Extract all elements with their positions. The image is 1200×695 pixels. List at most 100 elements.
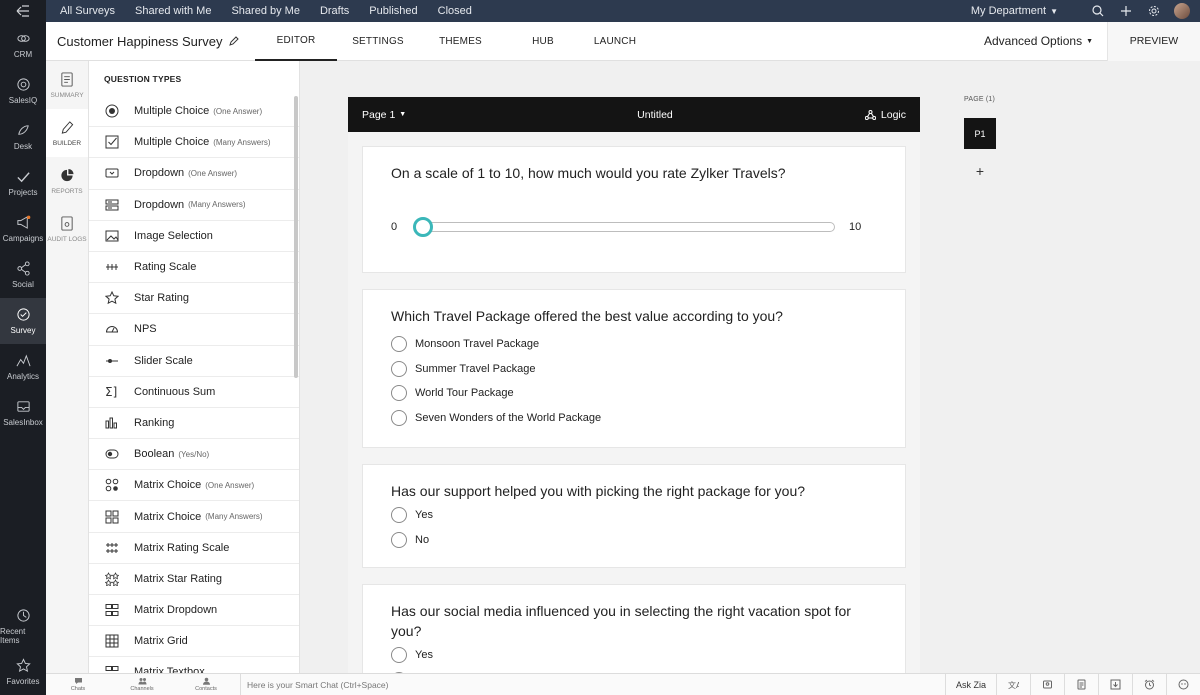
tab-launch[interactable]: LAUNCH bbox=[584, 22, 646, 61]
department-dropdown[interactable]: My Department ▼ bbox=[971, 5, 1058, 17]
question-type-item[interactable]: Σ] Continuous Sum bbox=[89, 377, 299, 408]
slider-track[interactable] bbox=[413, 217, 835, 237]
option[interactable]: Seven Wonders of the World Package bbox=[391, 406, 877, 431]
gear-icon[interactable] bbox=[1140, 5, 1168, 17]
question-type-item[interactable]: Matrix Choice (One Answer) bbox=[89, 470, 299, 502]
radio-button[interactable] bbox=[391, 360, 407, 377]
question-type-item[interactable]: Matrix Dropdown bbox=[89, 595, 299, 627]
rail-salesiq[interactable]: SalesIQ bbox=[0, 68, 46, 114]
alarm-clock-icon[interactable] bbox=[1132, 673, 1166, 695]
question-type-item[interactable]: Dropdown (One Answer) bbox=[89, 158, 299, 190]
option[interactable]: Yes bbox=[391, 643, 877, 668]
rail-desk[interactable]: Desk bbox=[0, 114, 46, 160]
nav-drafts[interactable]: Drafts bbox=[310, 5, 359, 17]
option[interactable]: No bbox=[391, 528, 877, 553]
radio-button[interactable] bbox=[391, 507, 407, 524]
nav-closed[interactable]: Closed bbox=[428, 5, 482, 17]
contacts-button[interactable]: Contacts bbox=[174, 677, 238, 692]
survey-title[interactable]: Customer Happiness Survey bbox=[57, 34, 255, 49]
rail-campaigns[interactable]: Campaigns bbox=[0, 206, 46, 252]
search-icon[interactable] bbox=[1084, 5, 1112, 17]
smart-chat-input[interactable]: Here is your Smart Chat (Ctrl+Space) bbox=[240, 673, 388, 695]
channels-button[interactable]: Channels bbox=[110, 677, 174, 692]
rail-crm[interactable]: CRM bbox=[0, 22, 46, 68]
option-label: No bbox=[415, 533, 430, 546]
rail-recent-items[interactable]: Recent Items bbox=[0, 603, 46, 649]
tab-themes[interactable]: THEMES bbox=[419, 22, 502, 61]
question-text: Has our support helped you with picking … bbox=[391, 483, 806, 499]
radio-button[interactable] bbox=[391, 385, 407, 402]
page-thumbnail[interactable]: P1 bbox=[964, 118, 996, 149]
slider-thumb[interactable] bbox=[413, 217, 433, 237]
nav-all-surveys[interactable]: All Surveys bbox=[46, 5, 125, 17]
page-title[interactable]: Untitled bbox=[562, 109, 748, 121]
rail-salesinbox[interactable]: SalesInbox bbox=[0, 390, 46, 436]
nav-shared-with-me[interactable]: Shared with Me bbox=[125, 5, 221, 17]
question-types-scrollbar[interactable] bbox=[294, 96, 298, 378]
question-type-item[interactable]: Rating Scale bbox=[89, 252, 299, 284]
rail-projects[interactable]: Projects bbox=[0, 160, 46, 206]
logic-button[interactable]: Logic bbox=[864, 109, 906, 121]
rail-label: SalesIQ bbox=[8, 96, 38, 105]
chats-button[interactable]: Chats bbox=[46, 677, 110, 692]
advanced-options-dropdown[interactable]: Advanced Options ▼ bbox=[984, 34, 1093, 48]
checkbox-icon bbox=[104, 134, 120, 150]
plus-icon[interactable] bbox=[1112, 5, 1140, 17]
pencil-icon[interactable] bbox=[229, 36, 240, 46]
question-type-item[interactable]: NPS bbox=[89, 314, 299, 346]
option[interactable]: Yes bbox=[391, 503, 877, 528]
add-page-button[interactable]: + bbox=[964, 163, 996, 179]
nav-published[interactable]: Published bbox=[359, 5, 427, 17]
download-icon[interactable] bbox=[1098, 673, 1132, 695]
ask-zia-button[interactable]: Ask Zia bbox=[944, 673, 996, 695]
question-card-packages[interactable]: Which Travel Package offered the best va… bbox=[362, 289, 906, 448]
question-type-item[interactable]: Slider Scale bbox=[89, 346, 299, 377]
rail-survey[interactable]: Survey bbox=[0, 298, 46, 344]
mode-builder[interactable]: BUILDER bbox=[46, 109, 88, 157]
question-card-social-media[interactable]: Has our social media influenced you in s… bbox=[362, 584, 906, 673]
radio-button[interactable] bbox=[391, 531, 407, 548]
question-type-item[interactable]: Matrix Grid bbox=[89, 626, 299, 658]
rail-social[interactable]: Social bbox=[0, 252, 46, 298]
rail-label: Survey bbox=[10, 326, 36, 335]
radio-button[interactable] bbox=[391, 409, 407, 426]
question-type-item[interactable]: Matrix Choice (Many Answers) bbox=[89, 501, 299, 533]
radio-button[interactable] bbox=[391, 336, 407, 353]
question-card-slider[interactable]: On a scale of 1 to 10, how much would yo… bbox=[362, 146, 906, 273]
notes-icon[interactable] bbox=[1064, 673, 1098, 695]
nav-shared-by-me[interactable]: Shared by Me bbox=[221, 5, 309, 17]
tab-hub[interactable]: HUB bbox=[502, 22, 584, 61]
radio-button[interactable] bbox=[391, 647, 407, 664]
mode-reports[interactable]: REPORTS bbox=[46, 157, 88, 205]
settings-face-icon[interactable] bbox=[1166, 673, 1200, 695]
question-type-item[interactable]: Star Rating bbox=[89, 283, 299, 315]
question-type-label: Matrix Choice bbox=[134, 479, 202, 492]
question-type-item[interactable]: Matrix Star Rating bbox=[89, 564, 299, 595]
mode-audit-logs[interactable]: AUDIT LOGS bbox=[46, 205, 88, 253]
menu-back-icon[interactable] bbox=[0, 0, 46, 22]
option[interactable]: Summer Travel Package bbox=[391, 357, 877, 382]
question-type-item[interactable]: Multiple Choice (One Answer) bbox=[89, 96, 299, 128]
option[interactable]: Monsoon Travel Package bbox=[391, 332, 877, 357]
tab-settings[interactable]: SETTINGS bbox=[337, 22, 419, 61]
question-type-item[interactable]: Matrix Rating Scale bbox=[89, 533, 299, 564]
question-type-item[interactable]: Image Selection bbox=[89, 221, 299, 252]
rail-analytics[interactable]: Analytics bbox=[0, 344, 46, 390]
rail-favorites[interactable]: Favorites bbox=[0, 649, 46, 695]
question-type-item[interactable]: Ranking bbox=[89, 408, 299, 440]
question-card-support[interactable]: Has our support helped you with picking … bbox=[362, 464, 906, 568]
tab-editor[interactable]: EDITOR bbox=[255, 22, 337, 61]
preview-button[interactable]: PREVIEW bbox=[1107, 21, 1200, 61]
matrix-choice-icon bbox=[104, 477, 120, 493]
avatar[interactable] bbox=[1174, 3, 1190, 19]
question-type-label: Slider Scale bbox=[134, 354, 193, 367]
question-type-item[interactable]: Boolean (Yes/No) bbox=[89, 439, 299, 471]
question-type-item[interactable]: Multiple Choice (Many Answers) bbox=[89, 127, 299, 159]
question-type-item[interactable]: Matrix Textbox bbox=[89, 657, 299, 673]
translate-icon[interactable]: 文A bbox=[996, 673, 1030, 695]
page-dropdown[interactable]: Page 1 ▼ bbox=[362, 109, 562, 121]
question-type-item[interactable]: Dropdown (Many Answers) bbox=[89, 190, 299, 221]
contact-card-icon[interactable] bbox=[1030, 673, 1064, 695]
mode-summary[interactable]: SUMMARY bbox=[46, 61, 88, 109]
option[interactable]: World Tour Package bbox=[391, 381, 877, 406]
